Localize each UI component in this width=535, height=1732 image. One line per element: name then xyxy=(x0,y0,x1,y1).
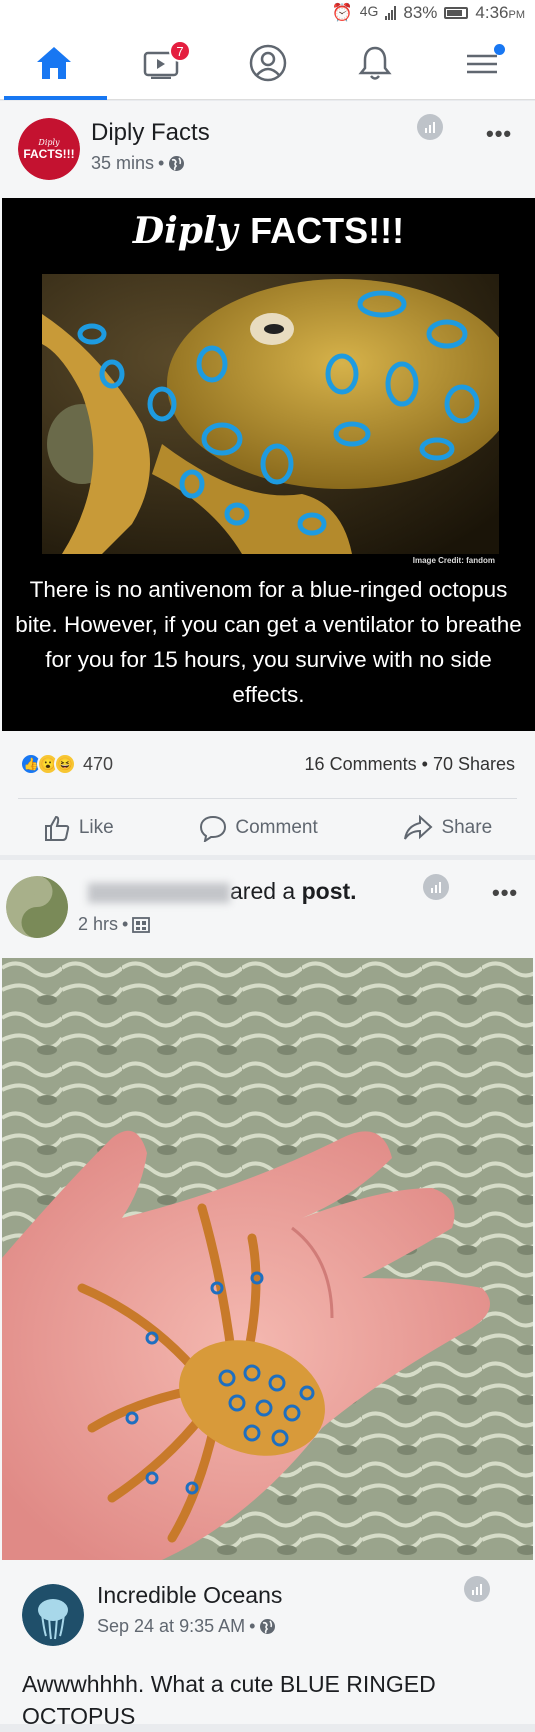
bell-icon xyxy=(357,46,392,80)
fact-text: There is no antivenom for a blue-ringed … xyxy=(15,577,522,707)
tab-menu[interactable] xyxy=(428,26,535,100)
page-name[interactable]: Incredible Oceans xyxy=(97,1582,282,1609)
reaction-count: 470 xyxy=(83,753,114,774)
shares-count[interactable]: 70 Shares xyxy=(433,754,515,774)
battery-icon xyxy=(444,7,469,19)
post-caption: Awwwhhhh. What a cute BLUE RINGED OCTOPU… xyxy=(22,1671,436,1729)
network-type: 4G xyxy=(359,3,379,19)
timestamp[interactable]: Sep 24 at 9:35 AM xyxy=(97,1616,245,1637)
octopus-photo xyxy=(42,274,499,554)
image-credit: Image Credit: fandom xyxy=(412,556,495,565)
home-icon xyxy=(36,47,71,79)
reaction-summary[interactable]: 👍 😮 😆 470 xyxy=(20,753,113,775)
avatar[interactable]: Diply FACTS!!! xyxy=(18,118,80,180)
page-name[interactable]: Diply Facts xyxy=(91,119,210,147)
share-button[interactable]: Share xyxy=(403,814,492,842)
notification-badge: 7 xyxy=(169,40,191,62)
post-meta: Sep 24 at 9:35 AM • xyxy=(97,1616,276,1637)
comment-label: Comment xyxy=(235,817,318,838)
post-image[interactable]: Diply FACTS!!! Image Credit: fandom Ther… xyxy=(2,198,535,731)
octopus-hand-photo[interactable] xyxy=(2,958,533,1560)
comment-icon xyxy=(200,815,227,842)
signal-icon xyxy=(385,6,397,20)
tab-notifications[interactable] xyxy=(321,26,428,100)
tab-home[interactable] xyxy=(0,26,107,100)
tab-watch[interactable]: 7 xyxy=(107,26,214,100)
comment-button[interactable]: Comment xyxy=(199,814,318,842)
post-meta: 2 hrs • xyxy=(78,914,151,935)
insights-icon[interactable] xyxy=(464,1576,490,1602)
like-icon xyxy=(44,815,70,841)
post-header: ared a post. 2 hrs • ••• xyxy=(0,860,535,958)
profile-icon xyxy=(249,44,286,82)
timestamp[interactable]: 2 hrs xyxy=(78,914,118,935)
avatar[interactable] xyxy=(22,1584,84,1646)
menu-dot xyxy=(494,44,505,55)
haha-reaction-icon: 😆 xyxy=(54,753,76,775)
like-label: Like xyxy=(78,817,114,838)
share-label: Share xyxy=(441,817,493,838)
comments-count[interactable]: 16 Comments xyxy=(305,754,417,774)
insights-icon[interactable] xyxy=(423,874,449,900)
globe-icon xyxy=(169,156,185,171)
engagement-counts: 16 Comments • 70 Shares xyxy=(304,753,515,774)
post-card-diply: Diply FACTS!!! Diply Facts 35 mins • ••• … xyxy=(0,101,535,855)
reactions-bar: 👍 😮 😆 470 16 Comments • 70 Shares xyxy=(0,731,535,797)
clock: 4:36PM xyxy=(475,3,525,22)
avatar[interactable] xyxy=(6,876,68,938)
page-icon xyxy=(132,916,151,933)
svg-text:Diply: Diply xyxy=(37,138,60,147)
status-bar: ⏰ 4G 83% 4:36PM xyxy=(0,0,535,26)
more-options-button[interactable]: ••• xyxy=(492,880,518,906)
post-card-oceans: Incredible Oceans Sep 24 at 9:35 AM • Aw… xyxy=(0,1560,535,1729)
post-link[interactable]: post. xyxy=(302,878,357,904)
timestamp[interactable]: 35 mins xyxy=(91,153,154,174)
post-meta: 35 mins • xyxy=(91,153,185,174)
more-options-button[interactable]: ••• xyxy=(486,121,512,147)
image-title: Diply FACTS!!! xyxy=(132,210,405,252)
globe-icon xyxy=(260,1619,276,1634)
top-nav: 7 xyxy=(0,26,535,100)
share-icon xyxy=(404,814,433,840)
svg-text:FACTS!!!: FACTS!!! xyxy=(23,147,74,161)
post-header: Diply FACTS!!! Diply Facts 35 mins • ••• xyxy=(0,101,535,199)
action-bar: Like Comment Share xyxy=(0,799,535,857)
like-button[interactable]: Like xyxy=(43,814,114,842)
tab-profile[interactable] xyxy=(214,26,321,100)
battery-percent: 83% xyxy=(403,3,438,22)
menu-icon xyxy=(466,54,497,74)
insights-icon[interactable] xyxy=(417,114,443,140)
shared-line: ared a post. xyxy=(88,878,357,905)
alarm-icon: ⏰ xyxy=(331,3,353,22)
blurred-name[interactable] xyxy=(88,882,230,903)
